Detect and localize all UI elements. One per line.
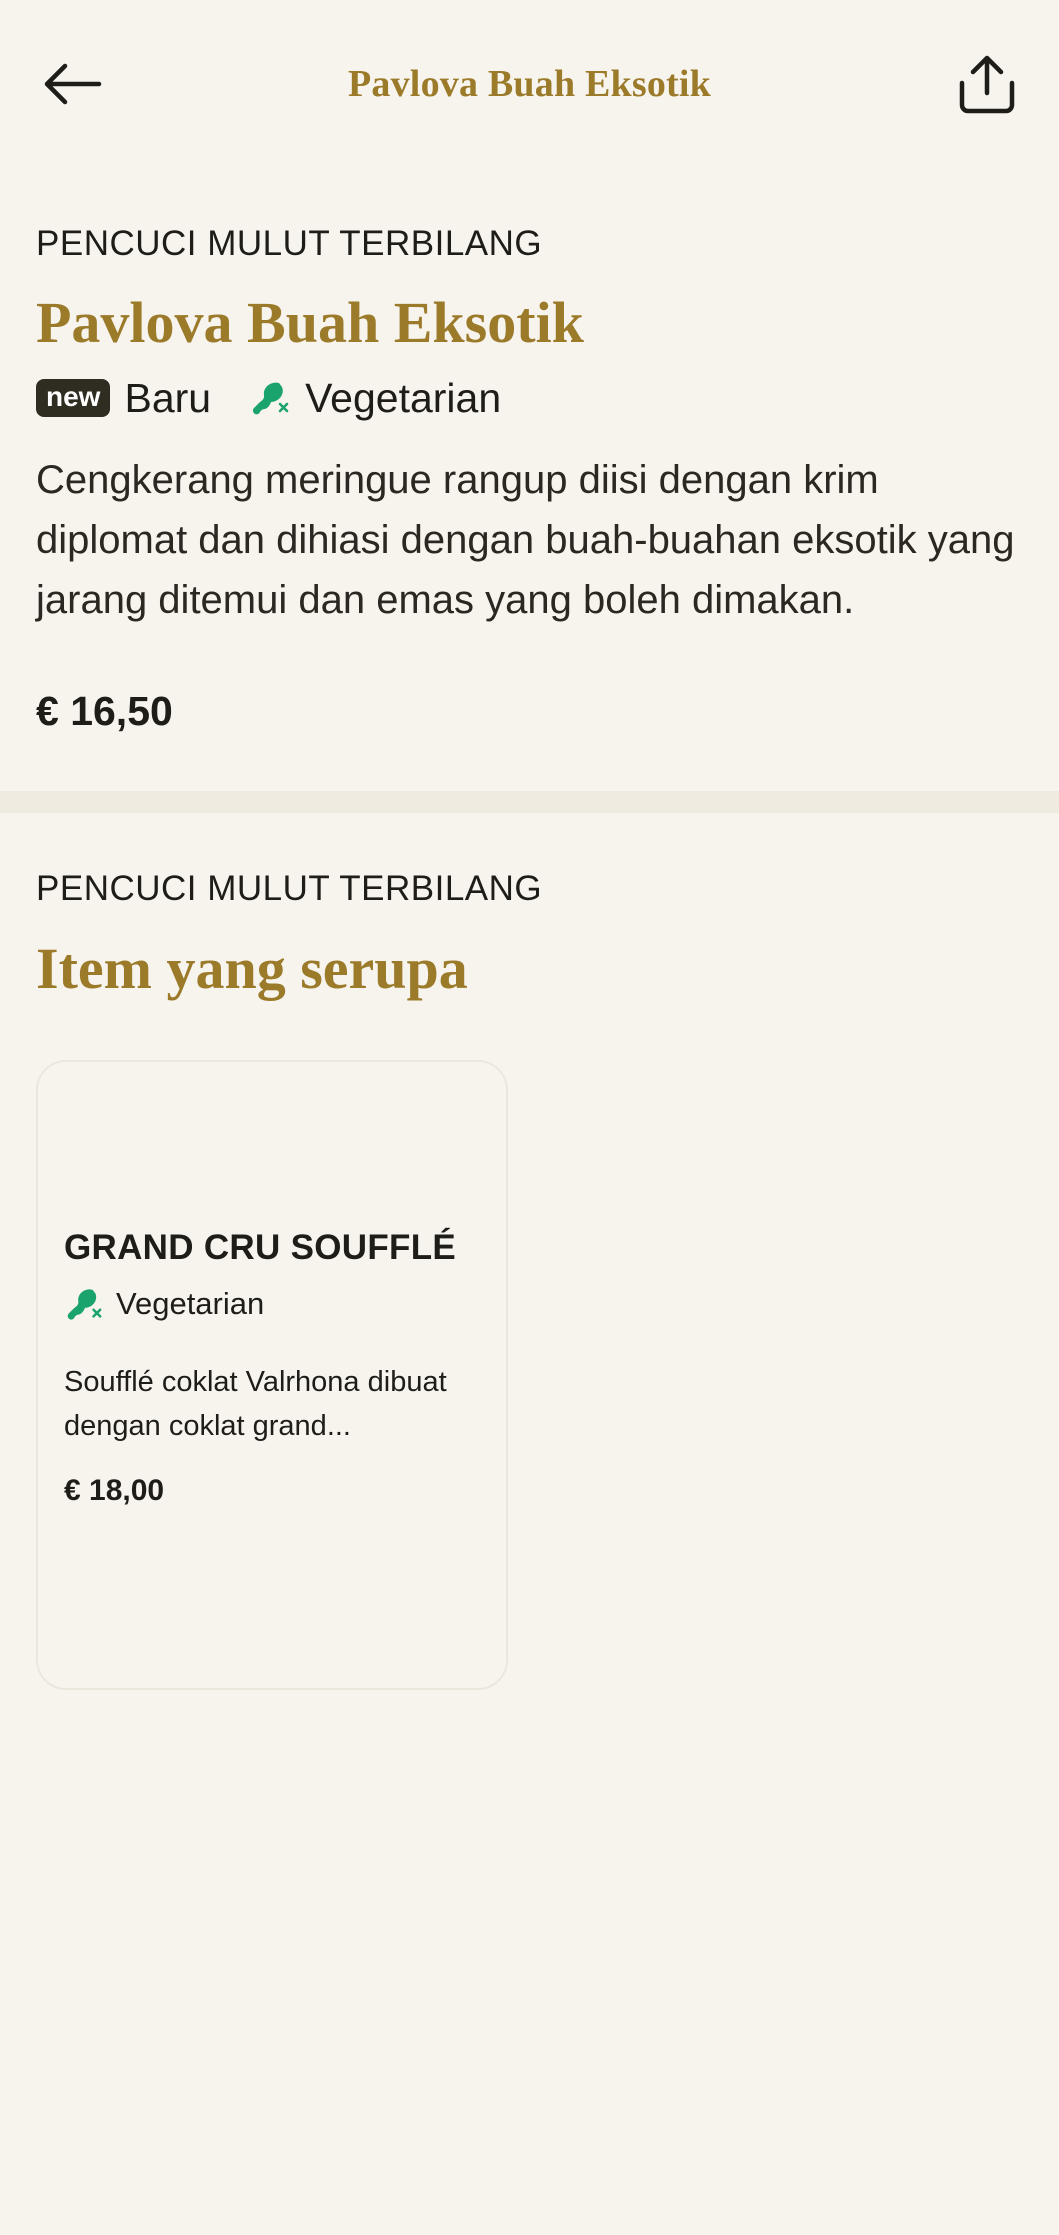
similar-item-description: Soufflé coklat Valrhona dibuat dengan co… — [64, 1365, 447, 1442]
new-tag-label: Baru — [124, 374, 212, 421]
similar-items-section: PENCUCI MULUT TERBILANG Item yang serupa… — [0, 813, 1059, 1746]
top-bar: Pavlova Buah Eksotik — [0, 0, 1059, 170]
product-description: Cengkerang meringue rangup diisi dengan … — [36, 457, 1015, 622]
similar-item-name: GRAND CRU SOUFFLÉ — [64, 1227, 457, 1267]
similar-item-tag-label: Vegetarian — [116, 1285, 265, 1321]
share-icon — [959, 55, 1015, 114]
product-section: PENCUCI MULUT TERBILANG Pavlova Buah Eks… — [0, 170, 1059, 791]
vegetarian-tag: Vegetarian — [249, 375, 501, 422]
share-button[interactable] — [951, 48, 1023, 120]
product-detail-page: Pavlova Buah Eksotik PENCUCI MULUT TERBI… — [0, 0, 1059, 2235]
similar-item-price: € 18,00 — [64, 1473, 165, 1507]
similar-item-card[interactable]: GRAND CRU SOUFFLÉ Vegetarian Soufflé cok… — [36, 1059, 508, 1690]
similar-items-title: Item yang serupa — [36, 935, 468, 1001]
product-category: PENCUCI MULUT TERBILANG — [36, 224, 543, 263]
no-meat-icon — [64, 1284, 104, 1324]
vegetarian-tag-label: Vegetarian — [305, 374, 502, 421]
new-tag: new Baru — [36, 375, 211, 422]
no-meat-icon — [249, 377, 291, 419]
similar-item-tag: Vegetarian — [64, 1284, 480, 1324]
product-price: € 16,50 — [36, 687, 173, 734]
similar-category: PENCUCI MULUT TERBILANG — [36, 868, 543, 908]
product-name: Pavlova Buah Eksotik — [36, 290, 584, 355]
product-tags: new Baru Vegetarian — [36, 375, 1023, 422]
new-badge: new — [36, 379, 111, 418]
page-title: Pavlova Buah Eksotik — [348, 63, 711, 105]
section-divider — [0, 790, 1059, 813]
